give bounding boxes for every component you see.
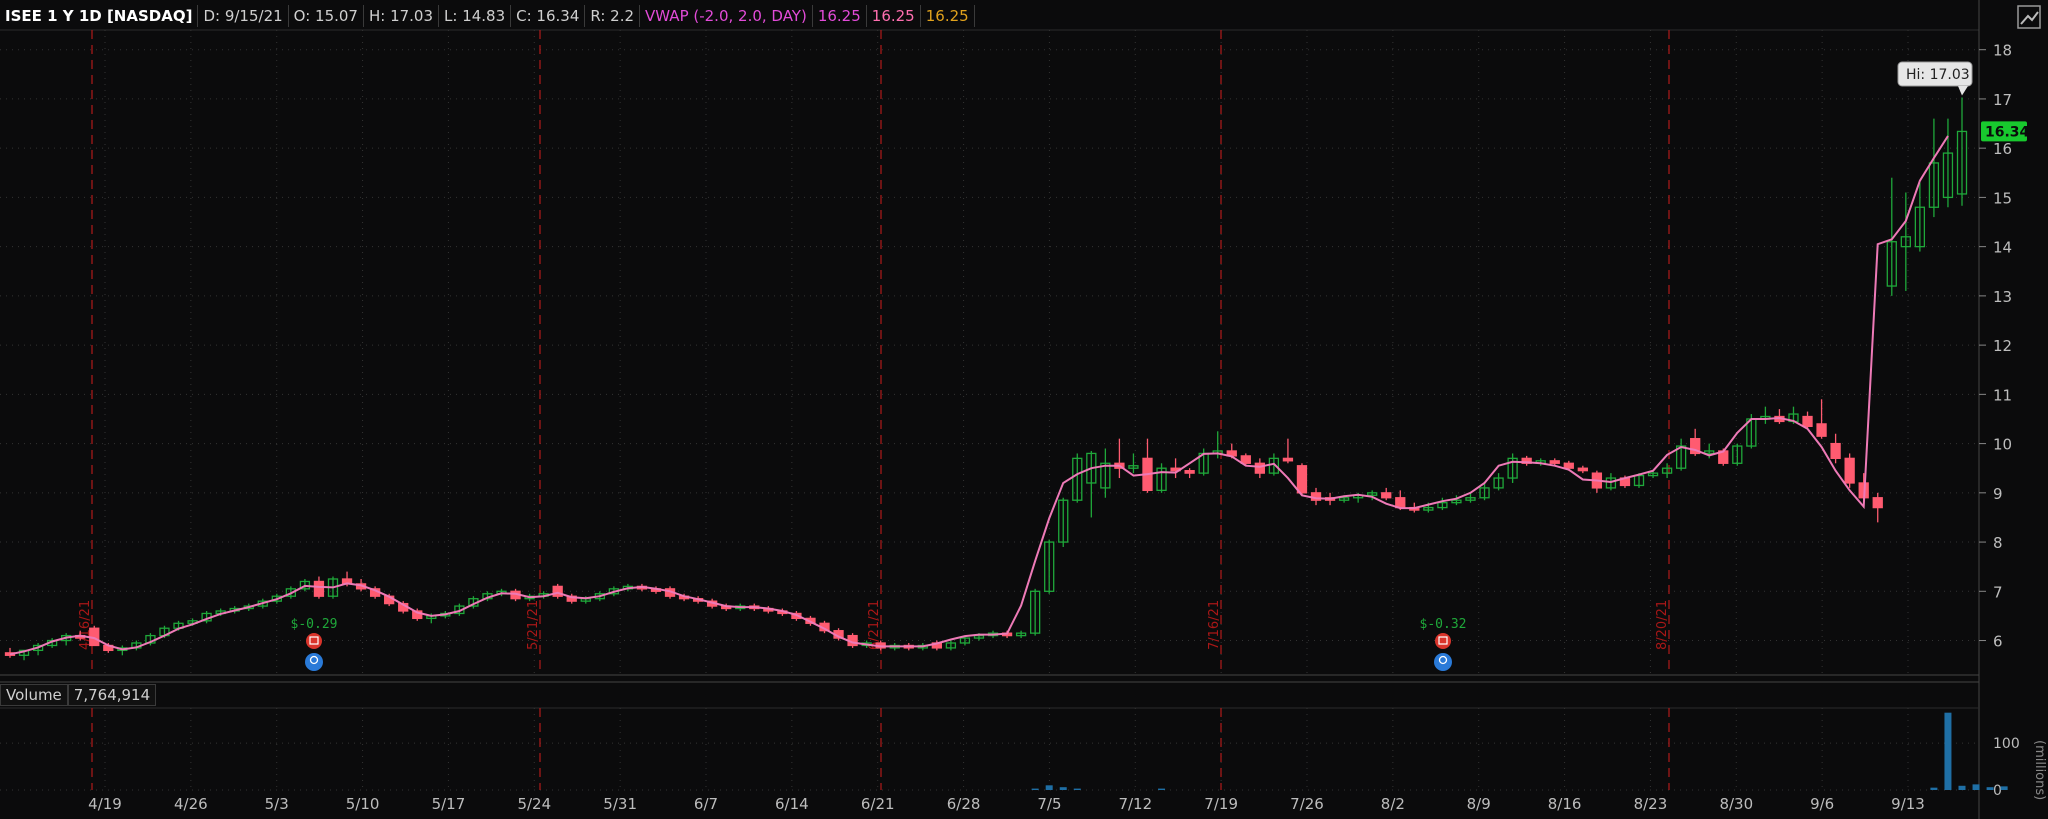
candle-body [1282, 457, 1294, 462]
x-tick-label: 5/10 [346, 795, 380, 813]
volume-bar [1958, 785, 1966, 790]
marker-date-label: 8/20/21 [1655, 600, 1670, 650]
chart-settings-icon[interactable] [2016, 4, 2042, 30]
candle-body [1296, 465, 1308, 494]
x-tick-label: 5/3 [265, 795, 289, 813]
dividend-icon [1434, 653, 1452, 671]
x-tick-label: 7/5 [1037, 795, 1061, 813]
x-tick-label: 7/12 [1118, 795, 1152, 813]
vwap-value-3: 16.25 [921, 5, 975, 27]
vwap-value-1: 16.25 [813, 5, 867, 27]
candle-body [1872, 497, 1883, 509]
x-tick-label: 8/23 [1634, 795, 1668, 813]
y-tick-label: 16 [1993, 140, 2012, 158]
volume-label[interactable]: Volume [0, 684, 68, 706]
volume-bar [1059, 787, 1067, 790]
candle-body [1563, 462, 1574, 469]
x-tick-label: 9/6 [1810, 795, 1834, 813]
low-label: L: 14.83 [439, 5, 512, 27]
volume-bar [1073, 788, 1081, 790]
x-tick-label: 5/24 [517, 795, 551, 813]
x-tick-label: 8/2 [1381, 795, 1405, 813]
y-tick-label: 7 [1993, 583, 2003, 601]
volume-axis-label: (millions) [2032, 740, 2047, 800]
high-callout-label: Hi: 17.03 [1906, 67, 1970, 83]
volume-bar [1986, 787, 1994, 790]
x-tick-label: 6/28 [947, 795, 981, 813]
earnings-eps-label: $-0.29 [291, 617, 338, 632]
candle-body [1184, 470, 1195, 474]
y-tick-label: 10 [1993, 436, 2012, 454]
candle-body [313, 580, 325, 597]
vwap-line [9, 135, 1949, 656]
x-tick-label: 5/17 [432, 795, 466, 813]
y-tick-label: 6 [1993, 633, 2003, 651]
volume-bar [1972, 784, 1980, 790]
candle-body [1802, 415, 1813, 428]
candle-body [1240, 455, 1251, 464]
y-tick-label: 17 [1993, 91, 2012, 109]
range-label: R: 2.2 [585, 5, 641, 27]
y-tick-label: 18 [1993, 42, 2012, 60]
volume-bar [1045, 785, 1053, 790]
y-tick-label: 14 [1993, 239, 2012, 257]
x-tick-label: 7/26 [1290, 795, 1324, 813]
high-label: H: 17.03 [364, 5, 440, 27]
volume-bar [1930, 787, 1938, 790]
x-tick-label: 5/31 [603, 795, 637, 813]
volume-bar [1944, 712, 1952, 790]
candle-body [1830, 442, 1841, 460]
volume-tick-label: 100 [1993, 736, 2020, 752]
candle-body [1844, 457, 1855, 484]
x-tick-label: 7/19 [1204, 795, 1238, 813]
close-label: C: 16.34 [511, 5, 586, 27]
x-tick-label: 6/7 [694, 795, 718, 813]
last-price-label: 16.34 [1985, 124, 2030, 140]
x-tick-label: 8/16 [1548, 795, 1582, 813]
volume-bar [2000, 786, 2008, 790]
y-tick-label: 11 [1993, 386, 2012, 404]
volume-bar [1158, 788, 1166, 790]
y-tick-label: 13 [1993, 288, 2012, 306]
y-tick-label: 15 [1993, 189, 2012, 207]
symbol-label[interactable]: ISEE 1 Y 1D [NASDAQ] [0, 5, 199, 27]
earnings-icon [1435, 633, 1451, 649]
volume-header: Volume 7,764,914 [0, 684, 157, 706]
volume-bar [1031, 788, 1039, 790]
chart-svg: 6 7 8 9 10 11 12 13 14 15 16 17 18 4/19 4/26 5/3 5/10 5/1… [0, 0, 2047, 819]
marker-date-label: 7/16/21 [1207, 600, 1222, 650]
earnings-icon [306, 633, 322, 649]
vwap-value-2: 16.25 [867, 5, 921, 27]
x-tick-label: 8/30 [1719, 795, 1753, 813]
y-tick-label: 12 [1993, 337, 2012, 355]
x-tick-label: 6/14 [775, 795, 809, 813]
x-tick-label: 4/26 [174, 795, 208, 813]
open-label: O: 15.07 [289, 5, 364, 27]
x-tick-label: 8/9 [1467, 795, 1491, 813]
candle-body [1577, 467, 1588, 472]
candle-body [1549, 460, 1560, 464]
volume-value: 7,764,914 [67, 684, 157, 706]
vwap-study-label[interactable]: VWAP (-2.0, 2.0, DAY) [640, 5, 813, 27]
x-tick-label: 4/19 [88, 795, 122, 813]
y-tick-label: 9 [1993, 485, 2003, 503]
marker-date-label: 5/21/21 [526, 600, 541, 650]
chart-header: ISEE 1 Y 1D [NASDAQ] D: 9/15/21 O: 15.07… [0, 3, 975, 29]
volume-tick-label: 0 [1993, 783, 2002, 799]
x-tick-label: 6/21 [861, 795, 895, 813]
candle-body [1381, 492, 1392, 499]
candle-body [1816, 423, 1827, 437]
candle-body [1254, 462, 1265, 474]
dividend-icon [305, 653, 323, 671]
earnings-eps-label: $-0.32 [1420, 617, 1467, 632]
y-tick-label: 8 [1993, 534, 2003, 552]
date-label: D: 9/15/21 [198, 5, 289, 27]
high-callout-pointer [1958, 86, 1968, 96]
x-tick-label: 9/13 [1891, 795, 1925, 813]
